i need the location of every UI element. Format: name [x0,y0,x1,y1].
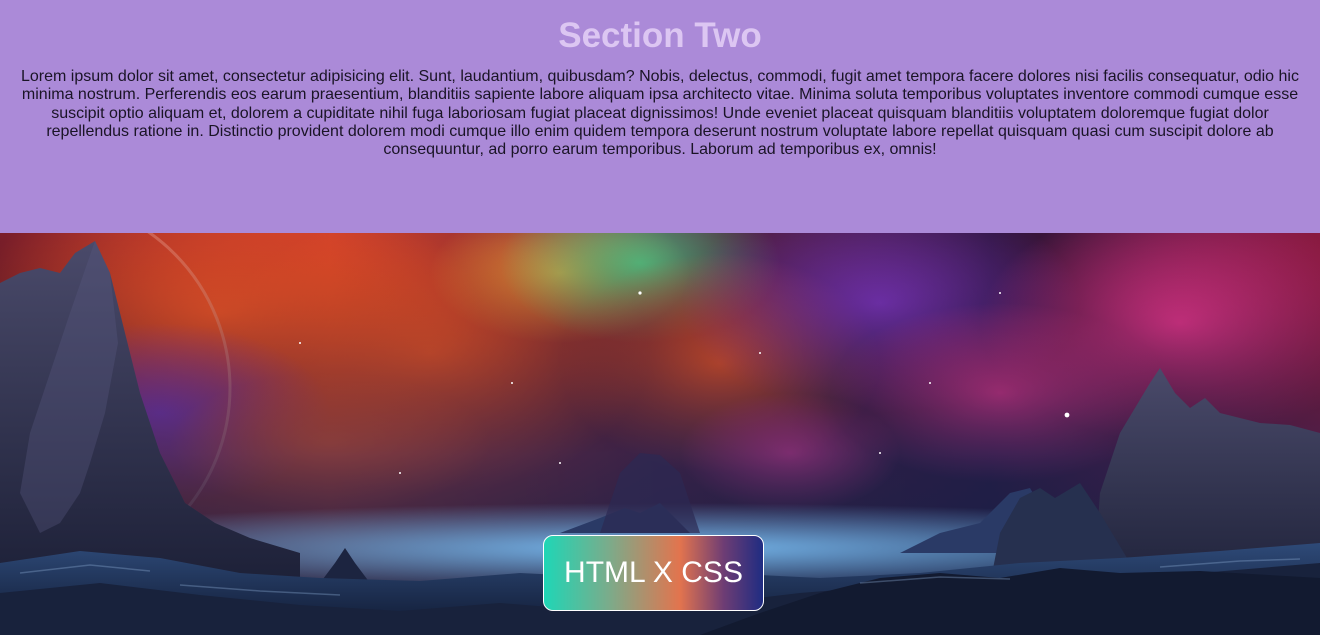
html-x-css-button[interactable]: HTML X CSS [543,535,764,611]
section-two: Section Two Lorem ipsum dolor sit amet, … [0,0,1320,233]
section-body-text: Lorem ipsum dolor sit amet, consectetur … [21,68,1299,159]
section-title: Section Two [558,16,762,55]
